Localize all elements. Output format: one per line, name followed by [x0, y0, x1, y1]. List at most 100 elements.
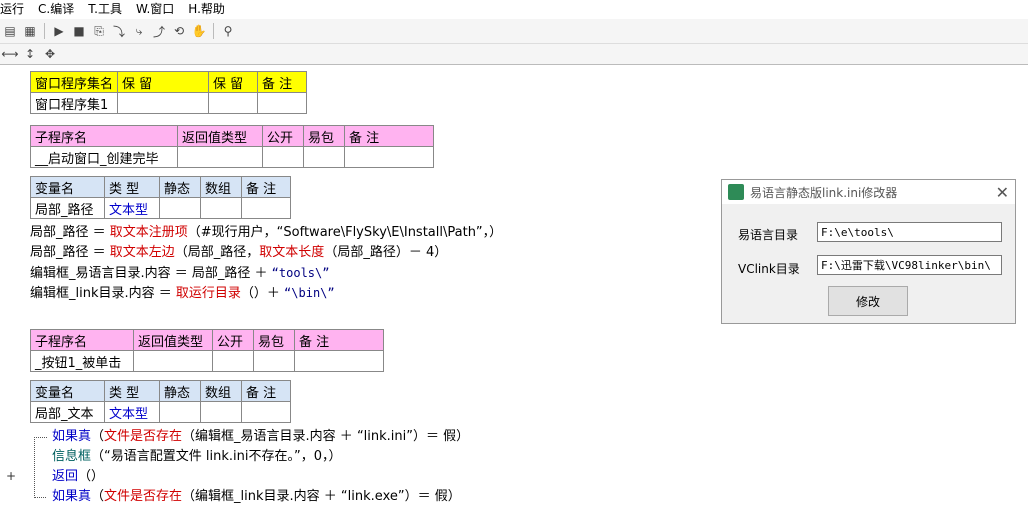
- code-line[interactable]: 信息框（“易语言配置文件 link.ini不存在。”，0，）: [52, 447, 341, 467]
- code-function: 信息框: [52, 449, 92, 464]
- link-ini-editor-dialog: 易语言静态版link.ini修改器 ✕ 易语言目录 F:\e\tools\ VC…: [721, 179, 1016, 324]
- table-cell[interactable]: 局部_文本: [30, 401, 105, 423]
- header-cell: 窗口程序集名: [29, 71, 119, 93]
- code-function: 文件是否存在: [104, 429, 183, 444]
- close-icon[interactable]: ✕: [996, 183, 1009, 202]
- header-cell: 静态: [159, 380, 201, 402]
- table-cell[interactable]: [200, 197, 242, 219]
- header-cell: 备 注: [257, 71, 308, 93]
- subroutine-table: 子程序名 返回值类型 公开 易包 备 注 _按钮1_被单击: [30, 329, 384, 372]
- code-text: （局部_路径，: [174, 245, 260, 260]
- table-cell[interactable]: [294, 350, 384, 372]
- code-text: （“易语言配置文件 link.ini不存在。”，0，）: [91, 449, 342, 464]
- header-cell: 返回值类型: [133, 329, 213, 351]
- table-cell[interactable]: [241, 401, 291, 423]
- run-icon[interactable]: ▶: [49, 21, 69, 41]
- table-cell[interactable]: [253, 350, 295, 372]
- flow-line: [34, 437, 47, 498]
- code-text: （）＋: [240, 286, 285, 301]
- code-line[interactable]: 如果真（文件是否存在（编辑框_易语言目录.内容 ＋ “link.ini”）＝ 假…: [52, 427, 469, 447]
- grid-icon[interactable]: ▦: [20, 21, 40, 41]
- height-icon[interactable]: ↕: [20, 44, 40, 64]
- table-cell[interactable]: [159, 401, 201, 423]
- code-function: 取文本长度: [259, 245, 325, 260]
- header-cell: 变量名: [30, 380, 105, 402]
- header-cell: 类 型: [104, 176, 160, 198]
- toolbar-secondary: ⟷ ↕ ✥: [0, 44, 1028, 65]
- table-cell[interactable]: [241, 197, 291, 219]
- header-cell: 易包: [253, 329, 295, 351]
- code-text: （局部_路径）－ 4）: [324, 245, 448, 260]
- code-function: 文件是否存在: [104, 489, 183, 504]
- menu-help[interactable]: H.帮助: [188, 0, 229, 18]
- table-cell[interactable]: [303, 146, 345, 168]
- variable-table: 变量名 类 型 静态 数组 备 注 局部_路径 文本型: [30, 176, 291, 219]
- subroutine-table: 子程序名 返回值类型 公开 易包 备 注 __启动窗口_创建完毕: [30, 125, 434, 168]
- code-line[interactable]: 编辑框_link目录.内容 ＝ 取运行目录（）＋ “\bin\”: [30, 283, 335, 304]
- menu-bar: 运行 C.编译 T.工具 W.窗口 H.帮助: [0, 0, 1028, 18]
- width-icon[interactable]: ⟷: [0, 44, 20, 64]
- table-cell[interactable]: [177, 146, 263, 168]
- table-cell[interactable]: [133, 350, 213, 372]
- hand-icon[interactable]: ✋: [189, 21, 209, 41]
- menu-tools[interactable]: T.工具: [88, 0, 126, 18]
- table-cell[interactable]: [212, 350, 254, 372]
- header-cell: 备 注: [241, 176, 291, 198]
- code-function: 取文本注册项: [109, 225, 188, 240]
- menu-window[interactable]: W.窗口: [136, 0, 178, 18]
- step-into-icon[interactable]: ⤵: [109, 21, 129, 41]
- step-over-icon[interactable]: ⤷: [129, 21, 149, 41]
- header-cell: 数组: [200, 380, 242, 402]
- table-cell[interactable]: [262, 146, 304, 168]
- table-cell[interactable]: [344, 146, 434, 168]
- code-function: 取文本左边: [109, 245, 175, 260]
- code-line[interactable]: 编辑框_易语言目录.内容 ＝ 局部_路径 ＋ “tools\”: [30, 263, 329, 284]
- code-line[interactable]: 返回（）: [52, 467, 104, 487]
- breakpoint-icon[interactable]: ⟲: [169, 21, 189, 41]
- code-function: 取运行目录: [175, 286, 241, 301]
- find-icon[interactable]: ⚲: [218, 21, 238, 41]
- code-keyword: 如果真: [52, 429, 92, 444]
- menu-run[interactable]: 运行: [0, 0, 28, 18]
- table-cell[interactable]: [200, 401, 242, 423]
- assembly-table: 窗口程序集名 保 留 保 留 备 注 窗口程序集1: [29, 71, 308, 114]
- e-dir-input[interactable]: F:\e\tools\: [817, 222, 1002, 242]
- table-cell[interactable]: 文本型: [104, 401, 160, 423]
- code-text: 编辑框_link目录.内容 ＝: [30, 286, 176, 301]
- table-cell[interactable]: _按钮1_被单击: [30, 350, 134, 372]
- dialog-titlebar: 易语言静态版link.ini修改器 ✕: [722, 180, 1015, 204]
- code-line[interactable]: 局部_路径 ＝ 取文本左边（局部_路径，取文本长度（局部_路径）－ 4）: [30, 243, 447, 263]
- move-icon[interactable]: ✥: [40, 44, 60, 64]
- stop-icon[interactable]: ■: [69, 21, 89, 41]
- variable-table: 变量名 类 型 静态 数组 备 注 局部_文本 文本型: [30, 380, 291, 423]
- code-line[interactable]: 局部_路径 ＝ 取文本注册项（#现行用户，“Software\FlySky\E\…: [30, 223, 502, 243]
- step-out-icon[interactable]: ⤴: [149, 21, 169, 41]
- header-cell: 备 注: [344, 125, 434, 147]
- app-icon: [728, 184, 744, 200]
- table-cell[interactable]: 文本型: [104, 197, 160, 219]
- vclink-dir-input[interactable]: F:\迅雷下载\VC98linker\bin\: [817, 255, 1002, 275]
- table-cell[interactable]: 局部_路径: [30, 197, 105, 219]
- step-icon[interactable]: ⎘: [89, 21, 109, 41]
- table-cell[interactable]: [257, 92, 308, 114]
- table-cell[interactable]: [208, 92, 259, 114]
- menu-compile[interactable]: C.编译: [38, 0, 78, 18]
- table-cell[interactable]: [117, 92, 210, 114]
- table-cell[interactable]: __启动窗口_创建完毕: [30, 146, 178, 168]
- expand-icon[interactable]: +: [6, 469, 16, 483]
- code-line[interactable]: 如果真（文件是否存在（编辑框_link目录.内容 ＋ “link.exe”）＝ …: [52, 487, 461, 507]
- gutter: [0, 65, 22, 504]
- separator: [213, 23, 214, 39]
- table-cell[interactable]: 窗口程序集1: [29, 92, 119, 114]
- header-cell: 数组: [200, 176, 242, 198]
- code-text: 局部_路径 ＝: [30, 245, 110, 260]
- e-dir-label: 易语言目录: [738, 228, 799, 242]
- code-text: （: [91, 429, 105, 444]
- code-keyword: 如果真: [52, 489, 92, 504]
- layout-icon[interactable]: ▤: [0, 21, 20, 41]
- flow-line: [34, 497, 46, 498]
- table-cell[interactable]: [159, 197, 201, 219]
- modify-button[interactable]: 修改: [828, 286, 908, 316]
- header-cell: 静态: [159, 176, 201, 198]
- code-text: 编辑框_易语言目录.内容 ＝ 局部_路径 ＋: [30, 266, 272, 281]
